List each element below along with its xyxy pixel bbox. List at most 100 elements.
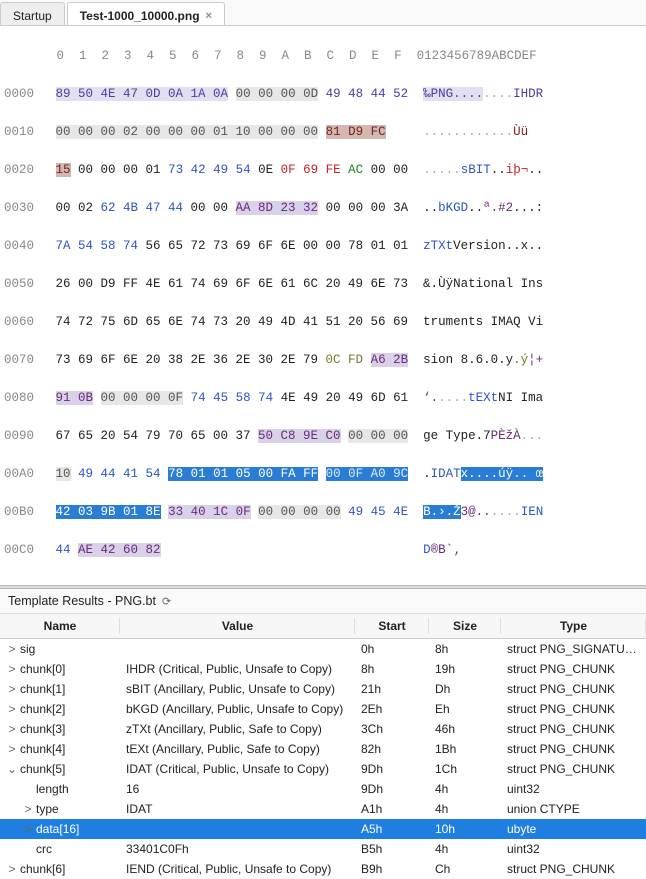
tab-startup-label: Startup <box>13 9 52 23</box>
hex-row[interactable]: 0000 89 50 4E 47 0D 0A 1A 0A 00 00 00 0D… <box>4 85 642 104</box>
row-size: Ch <box>429 859 501 879</box>
tab-active-label: Test-1000_10000.png <box>80 9 200 23</box>
table-row[interactable]: >chunk[4] tEXt (Ancillary, Public, Safe t… <box>0 739 646 759</box>
row-start: A5h <box>355 819 429 839</box>
table-row[interactable]: >chunk[2]bKGD (Ancillary, Public, Unsafe… <box>0 699 646 719</box>
tree-twisty-icon[interactable]: > <box>6 662 18 676</box>
row-value: 33401C0Fh <box>120 839 355 859</box>
row-type: struct PNG_SIGNATURE <box>501 639 646 660</box>
hex-row[interactable]: 0090 67 65 20 54 79 70 65 00 37 50 C8 9E… <box>4 427 642 446</box>
row-type: ubyte <box>501 819 646 839</box>
row-name: chunk[5] <box>20 762 65 776</box>
row-start: 2Eh <box>355 699 429 719</box>
row-type: struct PNG_CHUNK <box>501 859 646 879</box>
row-start: B5h <box>355 839 429 859</box>
table-row[interactable]: >chunk[1]sBIT (Ancillary, Public, Unsafe… <box>0 679 646 699</box>
row-name: length <box>36 782 69 796</box>
tree-twisty-icon[interactable]: > <box>6 862 18 876</box>
row-size: 46h <box>429 719 501 739</box>
hex-row[interactable]: 0010 00 00 00 02 00 00 00 01 10 00 00 00… <box>4 123 642 142</box>
row-name: crc <box>36 842 52 856</box>
row-size: 4h <box>429 839 501 859</box>
table-row[interactable]: >chunk[0] IHDR (Critical, Public, Unsafe … <box>0 659 646 679</box>
row-type: uint32 <box>501 839 646 859</box>
row-name: chunk[0] <box>20 662 65 676</box>
row-type: uint32 <box>501 779 646 799</box>
row-start: 0h <box>355 639 429 660</box>
col-header-size[interactable]: Size <box>429 614 501 639</box>
tab-bar: Startup Test-1000_10000.png × <box>0 0 646 26</box>
row-start: 21h <box>355 679 429 699</box>
table-row[interactable]: >typeIDATA1h4hunion CTYPE <box>0 799 646 819</box>
row-type: struct PNG_CHUNK <box>501 739 646 759</box>
row-start: 3Ch <box>355 719 429 739</box>
tab-active-file[interactable]: Test-1000_10000.png × <box>67 2 225 25</box>
hex-row[interactable]: 00A0 10 49 44 41 54 78 01 01 05 00 FA FF… <box>4 465 642 484</box>
col-header-start[interactable]: Start <box>355 614 429 639</box>
row-name: chunk[2] <box>20 702 65 716</box>
col-header-name[interactable]: Name <box>0 614 120 639</box>
tree-twisty-icon[interactable]: > <box>6 742 18 756</box>
hex-row[interactable]: 0030 00 02 62 4B 47 44 00 00 AA 8D 23 32… <box>4 199 642 218</box>
row-start: A1h <box>355 799 429 819</box>
table-row[interactable]: >chunk[6] IEND (Critical, Public, Unsafe … <box>0 859 646 879</box>
row-type: struct PNG_CHUNK <box>501 699 646 719</box>
hex-row[interactable]: 0060 74 72 75 6D 65 6E 74 73 20 49 4D 41… <box>4 313 642 332</box>
tree-twisty-icon[interactable]: > <box>6 702 18 716</box>
tree-twisty-icon[interactable]: > <box>6 682 18 696</box>
row-name: type <box>36 802 59 816</box>
row-size: 1Ch <box>429 759 501 779</box>
row-value <box>120 639 355 660</box>
row-value: IDAT <box>120 799 355 819</box>
refresh-icon[interactable]: ⟳ <box>162 595 171 608</box>
row-type: struct PNG_CHUNK <box>501 659 646 679</box>
hex-row[interactable]: 0070 73 69 6F 6E 20 38 2E 36 2E 30 2E 79… <box>4 351 642 370</box>
tree-twisty-icon[interactable]: > <box>6 642 18 656</box>
row-size: Eh <box>429 699 501 719</box>
row-name: sig <box>20 642 35 656</box>
row-size: 10h <box>429 819 501 839</box>
tree-twisty-icon[interactable]: > <box>22 802 34 816</box>
hex-row[interactable]: 0020 15 00 00 00 01 73 42 49 54 0E 0F 69… <box>4 161 642 180</box>
row-size: 19h <box>429 659 501 679</box>
hex-column-header: 0 1 2 3 4 5 6 7 8 9 A B C D E F 01234567… <box>4 47 642 66</box>
row-name: chunk[6] <box>20 862 65 876</box>
row-start: 9Dh <box>355 779 429 799</box>
table-row[interactable]: >data[16] A5h10hubyte <box>0 819 646 839</box>
col-header-type[interactable]: Type <box>501 614 646 639</box>
row-size: 1Bh <box>429 739 501 759</box>
hex-row[interactable]: 0040 7A 54 58 74 56 65 72 73 69 6F 6E 00… <box>4 237 642 256</box>
tree-twisty-icon[interactable]: > <box>22 822 34 836</box>
hex-row[interactable]: 0050 26 00 D9 FF 4E 61 74 69 6F 6E 61 6C… <box>4 275 642 294</box>
col-header-value[interactable]: Value <box>120 614 355 639</box>
row-name: chunk[1] <box>20 682 65 696</box>
row-type: struct PNG_CHUNK <box>501 679 646 699</box>
tree-twisty-icon[interactable]: ⌄ <box>6 762 18 776</box>
tab-startup[interactable]: Startup <box>0 2 65 25</box>
row-value <box>120 819 355 839</box>
row-type: struct PNG_CHUNK <box>501 719 646 739</box>
table-row[interactable]: length169Dh4huint32 <box>0 779 646 799</box>
hex-row[interactable]: 0080 91 0B 00 00 00 0F 74 45 58 74 4E 49… <box>4 389 642 408</box>
row-value: IHDR (Critical, Public, Unsafe to Copy) <box>120 659 355 679</box>
row-value: tEXt (Ancillary, Public, Safe to Copy) <box>120 739 355 759</box>
row-start: 8h <box>355 659 429 679</box>
table-row[interactable]: ⌄chunk[5]IDAT (Critical, Public, Unsafe … <box>0 759 646 779</box>
row-value: IEND (Critical, Public, Unsafe to Copy) <box>120 859 355 879</box>
row-type: union CTYPE <box>501 799 646 819</box>
row-start: 82h <box>355 739 429 759</box>
hex-editor[interactable]: 0 1 2 3 4 5 6 7 8 9 A B C D E F 01234567… <box>0 26 646 585</box>
close-icon[interactable]: × <box>206 10 212 22</box>
hex-row[interactable]: 00C0 44 AE 42 60 82 D®B`‚ <box>4 541 642 560</box>
table-row[interactable]: >chunk[3]zTXt (Ancillary, Public, Safe t… <box>0 719 646 739</box>
template-results-title: Template Results - PNG.bt <box>8 594 156 608</box>
table-header-row[interactable]: Name Value Start Size Type <box>0 614 646 639</box>
table-row[interactable]: >sig0h8hstruct PNG_SIGNATURE <box>0 639 646 660</box>
hex-row[interactable]: 00B0 42 03 9B 01 8E 33 40 1C 0F 00 00 00… <box>4 503 642 522</box>
row-name: data[16] <box>36 822 79 836</box>
row-name: chunk[4] <box>20 742 65 756</box>
tree-twisty-icon[interactable]: > <box>6 722 18 736</box>
template-results-table: Name Value Start Size Type >sig0h8hstruc… <box>0 614 646 879</box>
table-row[interactable]: crc 33401C0FhB5h4huint32 <box>0 839 646 859</box>
row-start: B9h <box>355 859 429 879</box>
